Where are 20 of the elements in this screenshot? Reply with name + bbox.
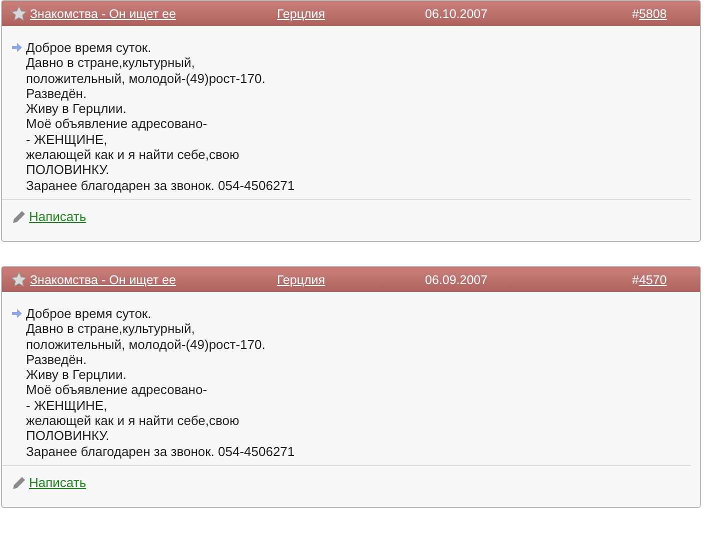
message-text: Доброе время суток. Давно в стране,культурный, положительный, молодой-(49)рост-170. Разведён. Живу в Герцлии. Моё объявление адресовано- - ЖЕНЩИНЕ, желающей как и я найти себе,свою ПОЛОВИНКУ. Заранее благодарен за звонок. 054-4506271 [26,40,295,193]
write-link[interactable]: Написать [29,209,86,224]
pencil-icon [12,476,26,490]
post-date: 06.09.2007 [425,272,488,286]
arrow-icon [12,309,22,318]
city-link[interactable]: Герцлия [277,6,326,20]
category-link[interactable]: Знакомства - Он ищет ее [30,6,176,20]
post-number-link[interactable]: 4570 [638,272,667,286]
message-text: Доброе время суток. Давно в стране,культурный, положительный, молодой-(49)рост-170. Разведён. Живу в Герцлии. Моё объявление адресовано- - ЖЕНЩИНЕ, желающей как и я найти себе,свою ПОЛОВИНКУ. Заранее благодарен за звонок. 054-4506271 [26,306,295,459]
number-sign: # [632,6,639,20]
pencil-icon [12,210,26,224]
category-link[interactable]: Знакомства - Он ищет ее [30,272,176,286]
star-icon [11,6,27,21]
post-date: 06.10.2007 [425,6,488,20]
city-link[interactable]: Герцлия [277,272,326,286]
arrow-icon [12,43,22,52]
post-number-link[interactable]: 5808 [638,6,667,20]
star-icon [11,272,27,287]
number-sign: # [632,272,639,286]
write-link[interactable]: Написать [29,475,86,490]
